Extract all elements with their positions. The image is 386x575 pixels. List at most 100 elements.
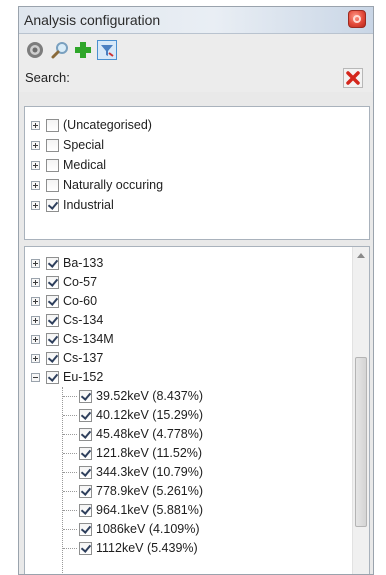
category-label: Naturally occuring: [63, 178, 164, 192]
expand-icon[interactable]: [31, 353, 40, 363]
expand-icon[interactable]: [31, 258, 40, 268]
expand-icon[interactable]: [31, 160, 40, 170]
isotope-item[interactable]: Eu-152: [31, 368, 103, 386]
vertical-scrollbar[interactable]: [352, 247, 369, 574]
energy-line-label: 40.12keV (15.29%): [96, 408, 204, 422]
tree-connector: [63, 510, 77, 511]
tree-connector: [63, 396, 77, 397]
expand-icon[interactable]: [31, 120, 40, 130]
filter-icon[interactable]: [97, 40, 117, 60]
category-checkbox[interactable]: [46, 158, 59, 172]
energy-line-checkbox[interactable]: [79, 503, 92, 517]
expand-icon[interactable]: [31, 180, 40, 190]
energy-line-label: 121.8keV (11.52%): [96, 446, 203, 460]
energy-line-item[interactable]: 40.12keV (15.29%): [79, 406, 203, 424]
expand-icon[interactable]: [31, 296, 40, 306]
tree-connector: [63, 453, 77, 454]
energy-line-label: 778.9keV (5.261%): [96, 484, 204, 498]
isotope-item[interactable]: Cs-137: [31, 349, 103, 367]
category-item[interactable]: Special: [31, 136, 104, 154]
analysis-configuration-panel: Analysis configuration Search: (Uncatego…: [18, 6, 374, 575]
energy-line-checkbox[interactable]: [79, 389, 92, 403]
energy-line-label: 1112keV (5.439%): [96, 541, 198, 555]
category-checkbox[interactable]: [46, 178, 59, 192]
energy-line-checkbox[interactable]: [79, 465, 92, 479]
category-item[interactable]: (Uncategorised): [31, 116, 152, 134]
category-checkbox[interactable]: [46, 198, 59, 212]
expand-icon[interactable]: [31, 200, 40, 210]
category-item[interactable]: Naturally occuring: [31, 176, 163, 194]
window-title: Analysis configuration: [24, 12, 161, 28]
scroll-up-icon[interactable]: [357, 253, 365, 258]
isotope-label: Eu-152: [63, 370, 104, 384]
search-icon[interactable]: [50, 40, 70, 60]
isotope-label: Cs-134: [63, 313, 104, 327]
category-checkbox[interactable]: [46, 138, 59, 152]
isotope-label: Cs-137: [63, 351, 104, 365]
category-tree: (Uncategorised) Special Medical Naturall…: [24, 106, 370, 240]
isotope-checkbox[interactable]: [46, 275, 59, 289]
energy-line-label: 964.1keV (5.881%): [96, 503, 204, 517]
isotope-checkbox[interactable]: [46, 332, 59, 346]
energy-line-item[interactable]: 1086keV (4.109%): [79, 520, 200, 538]
isotope-checkbox[interactable]: [46, 351, 59, 365]
isotope-item[interactable]: Ba-133: [31, 254, 103, 272]
energy-line-item[interactable]: 39.52keV (8.437%): [79, 387, 203, 405]
settings-icon[interactable]: [25, 40, 45, 60]
isotope-label: Co-60: [63, 294, 98, 308]
energy-line-checkbox[interactable]: [79, 522, 92, 536]
isotope-checkbox[interactable]: [46, 370, 59, 384]
scroll-thumb[interactable]: [355, 357, 367, 527]
isotope-label: Co-57: [63, 275, 98, 289]
expand-icon[interactable]: [31, 277, 40, 287]
expand-icon[interactable]: [31, 334, 40, 344]
tree-connector: [63, 415, 77, 416]
add-icon[interactable]: [73, 40, 93, 60]
expand-icon[interactable]: [31, 315, 40, 325]
energy-line-item[interactable]: 964.1keV (5.881%): [79, 501, 203, 519]
isotope-item[interactable]: Co-57: [31, 273, 97, 291]
tree-connector: [63, 491, 77, 492]
energy-line-checkbox[interactable]: [79, 427, 92, 441]
energy-line-item[interactable]: 121.8keV (11.52%): [79, 444, 202, 462]
energy-line-item[interactable]: 778.9keV (5.261%): [79, 482, 203, 500]
clear-icon[interactable]: [343, 68, 363, 88]
tree-connector: [63, 434, 77, 435]
isotope-label: Ba-133: [63, 256, 104, 270]
isotope-item[interactable]: Cs-134M: [31, 330, 114, 348]
energy-line-checkbox[interactable]: [79, 446, 92, 460]
isotope-checkbox[interactable]: [46, 313, 59, 327]
tree-connector: [63, 548, 77, 549]
category-item[interactable]: Medical: [31, 156, 106, 174]
category-label: Medical: [63, 158, 107, 172]
collapse-icon[interactable]: [31, 372, 40, 382]
category-item[interactable]: Industrial: [31, 196, 114, 214]
category-checkbox[interactable]: [46, 118, 59, 132]
isotope-item[interactable]: Co-60: [31, 292, 97, 310]
isotope-checkbox[interactable]: [46, 294, 59, 308]
energy-line-item[interactable]: 45.48keV (4.778%): [79, 425, 203, 443]
category-label: (Uncategorised): [63, 118, 152, 132]
energy-line-checkbox[interactable]: [79, 541, 92, 555]
search-input[interactable]: [77, 67, 331, 91]
isotope-checkbox[interactable]: [46, 256, 59, 270]
energy-line-checkbox[interactable]: [79, 484, 92, 498]
search-label: Search:: [25, 70, 70, 85]
energy-line-item[interactable]: 1112keV (5.439%): [79, 539, 198, 557]
isotope-item[interactable]: Cs-134: [31, 311, 103, 329]
isotope-tree: Ba-133 Co-57 Co-60 Cs-134 Cs-134M Cs-137: [24, 246, 370, 574]
toolbar: [19, 34, 373, 64]
energy-line-label: 344.3keV (10.79%): [96, 465, 204, 479]
tree-connector: [63, 529, 77, 530]
energy-line-label: 39.52keV (8.437%): [96, 389, 204, 403]
energy-line-item[interactable]: 344.3keV (10.79%): [79, 463, 203, 481]
close-icon[interactable]: [348, 10, 366, 28]
title-bar[interactable]: Analysis configuration: [19, 7, 373, 34]
energy-line-label: 45.48keV (4.778%): [96, 427, 204, 441]
isotope-label: Cs-134M: [63, 332, 114, 346]
expand-icon[interactable]: [31, 140, 40, 150]
search-row: Search:: [19, 64, 373, 92]
tree-connector: [63, 472, 77, 473]
energy-line-label: 1086keV (4.109%): [96, 522, 200, 536]
energy-line-checkbox[interactable]: [79, 408, 92, 422]
